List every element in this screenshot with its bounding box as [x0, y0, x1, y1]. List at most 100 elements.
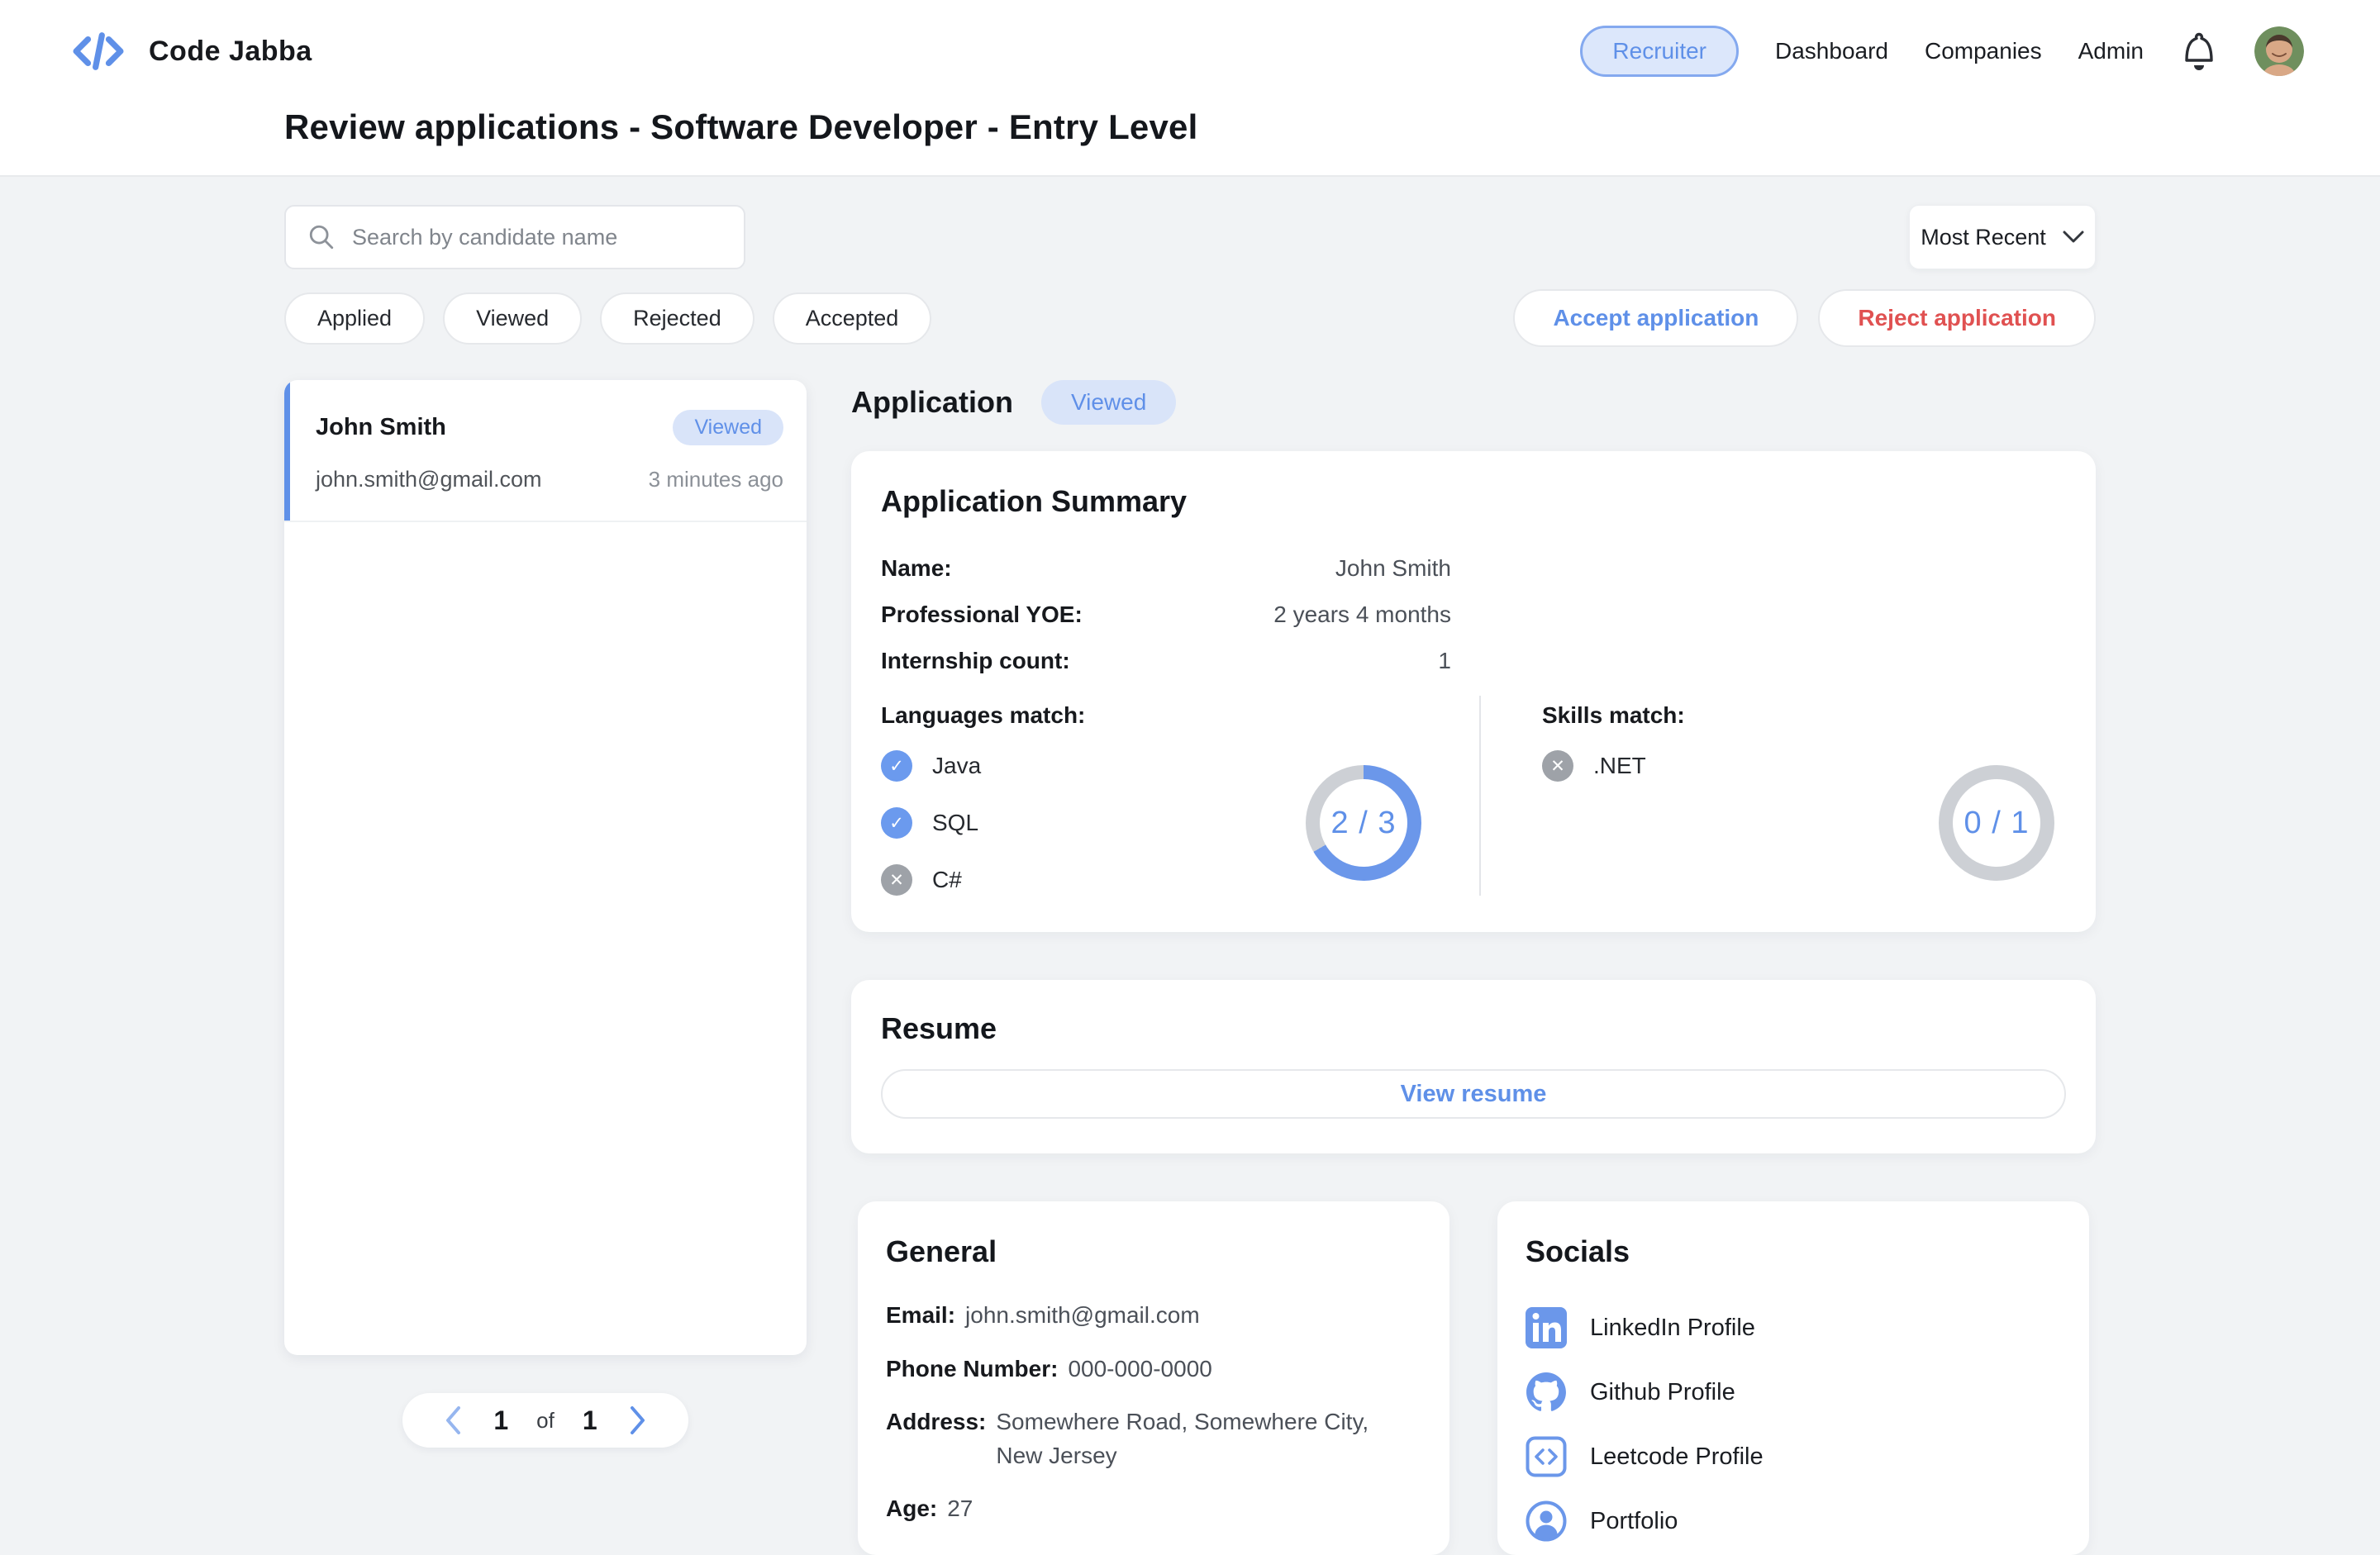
social-label: LinkedIn Profile: [1590, 1315, 1755, 1342]
summary-row-professional-yoe: Professional YOE:2 years 4 months: [881, 592, 1451, 638]
social-label: Leetcode Profile: [1590, 1443, 1764, 1471]
app-header: Code Jabba Recruiter Dashboard Companies…: [0, 0, 2380, 177]
match-item-label: Java: [932, 753, 981, 779]
application-panel: Application Viewed Application Summary N…: [851, 380, 2096, 1555]
x-icon: ✕: [881, 864, 912, 896]
match-item-java: ✓Java: [881, 750, 981, 782]
general-row-email: Email:john.smith@gmail.com: [886, 1299, 1378, 1333]
page-title: Review applications - Software Developer…: [284, 107, 2380, 147]
toolbar: Most Recent: [284, 205, 2096, 269]
chevron-down-icon: [2063, 231, 2084, 244]
languages-match-ring: 2 / 3: [1306, 765, 1421, 881]
filter-chip-accepted[interactable]: Accepted: [773, 292, 932, 345]
summary-row-name: Name:John Smith: [881, 545, 1451, 592]
prev-page-button[interactable]: [440, 1402, 465, 1438]
languages-match-score: 2 / 3: [1320, 779, 1407, 867]
bell-icon[interactable]: [2180, 29, 2218, 74]
main-row: John SmithViewedjohn.smith@gmail.com3 mi…: [284, 380, 2096, 1555]
filter-chip-rejected[interactable]: Rejected: [600, 292, 754, 345]
selected-indicator: [284, 380, 290, 521]
candidate-applied-time: 3 minutes ago: [649, 467, 783, 492]
social-label: Portfolio: [1590, 1508, 1678, 1535]
application-summary-card: Application Summary Name:John SmithProfe…: [851, 451, 2096, 932]
general-row-age: Age:27: [886, 1492, 1378, 1526]
nav-link-dashboard[interactable]: Dashboard: [1775, 38, 1888, 64]
view-resume-button[interactable]: View resume: [881, 1069, 2066, 1119]
application-heading: Application: [851, 385, 1013, 420]
skills-match-block: Skills match: ✕ .NET 0 / 1: [1479, 696, 2066, 896]
application-heading-row: Application Viewed: [851, 380, 2096, 425]
languages-match-block: Languages match: ✓Java ✓SQL ✕ C# 2 / 3: [881, 696, 1479, 896]
match-item-net: ✕ .NET: [1542, 750, 1646, 782]
pagination: 1 of 1: [402, 1393, 688, 1448]
leetcode-icon: [1526, 1436, 1567, 1477]
sort-value: Most Recent: [1921, 225, 2046, 250]
candidate-list: John SmithViewedjohn.smith@gmail.com3 mi…: [284, 380, 807, 1355]
filter-chip-applied[interactable]: Applied: [284, 292, 425, 345]
accept-application-button[interactable]: Accept application: [1513, 289, 1798, 347]
socials-title: Socials: [1526, 1234, 2061, 1269]
summary-row-internship-count: Internship count:1: [881, 638, 1451, 684]
general-title: General: [886, 1234, 1421, 1269]
role-pill-recruiter[interactable]: Recruiter: [1580, 26, 1739, 77]
candidate-list-item[interactable]: John SmithViewedjohn.smith@gmail.com3 mi…: [284, 380, 807, 522]
sort-dropdown[interactable]: Most Recent: [1909, 205, 2096, 269]
languages-match-label: Languages match:: [881, 702, 1433, 729]
candidate-status-badge: Viewed: [673, 410, 783, 445]
github-icon: [1526, 1372, 1567, 1413]
social-link-leetcode-profile[interactable]: Leetcode Profile: [1526, 1424, 2061, 1489]
current-page: 1: [493, 1405, 508, 1436]
linkedin-icon: [1526, 1307, 1567, 1348]
nav-link-admin[interactable]: Admin: [2078, 38, 2144, 64]
filter-chip-viewed[interactable]: Viewed: [443, 292, 582, 345]
filter-chips: Applied Viewed Rejected Accepted: [284, 292, 931, 345]
user-avatar[interactable]: [2254, 26, 2304, 76]
summary-title: Application Summary: [881, 484, 2066, 519]
candidate-name: John Smith: [316, 414, 446, 441]
match-item-sql: ✓SQL: [881, 807, 981, 839]
resume-card: Resume View resume: [851, 980, 2096, 1153]
filters-actions-row: Applied Viewed Rejected Accepted Accept app…: [284, 289, 2096, 347]
match-item-label: .NET: [1593, 753, 1646, 779]
summary-rows: Name:John SmithProfessional YOE:2 years …: [881, 545, 1451, 684]
general-card: General Email:john.smith@gmail.com Phone …: [858, 1201, 1449, 1555]
skills-match-score: 0 / 1: [1953, 779, 2040, 867]
search-input[interactable]: [352, 225, 722, 250]
reject-application-button[interactable]: Reject application: [1818, 289, 2096, 347]
total-pages: 1: [583, 1405, 597, 1436]
general-row-address: Address:Somewhere Road, Somewhere City, …: [886, 1405, 1378, 1472]
languages-match-items: ✓Java ✓SQL ✕ C#: [881, 750, 981, 896]
search-box: [284, 205, 745, 269]
search-icon: [307, 223, 336, 251]
skills-match-ring: 0 / 1: [1939, 765, 2054, 881]
title-row: Review applications - Software Developer…: [0, 102, 2380, 175]
code-brackets-icon: [71, 31, 126, 72]
resume-title: Resume: [881, 1011, 2066, 1046]
match-item-label: C#: [932, 867, 962, 893]
brand: Code Jabba: [71, 31, 312, 72]
skills-match-label: Skills match:: [1542, 702, 2066, 729]
next-page-button[interactable]: [626, 1402, 650, 1438]
match-item-c: ✕ C#: [881, 864, 981, 896]
match-item-label: SQL: [932, 810, 978, 836]
x-icon: ✕: [1542, 750, 1573, 782]
nav-bar: Code Jabba Recruiter Dashboard Companies…: [0, 0, 2380, 102]
general-row-phone-number: Phone Number:000-000-0000: [886, 1353, 1378, 1386]
social-link-github-profile[interactable]: Github Profile: [1526, 1360, 2061, 1424]
nav-link-companies[interactable]: Companies: [1925, 38, 2042, 64]
social-rows: LinkedIn Profile Github Profile Leetcode P…: [1526, 1296, 2061, 1553]
general-rows: Email:john.smith@gmail.com Phone Number:0…: [886, 1299, 1378, 1526]
match-area: Languages match: ✓Java ✓SQL ✕ C# 2 / 3 Skil…: [881, 696, 2066, 896]
page-of-label: of: [536, 1408, 555, 1434]
content: Most Recent Applied Viewed Rejected Accepte…: [0, 177, 2380, 1555]
bottom-row: General Email:john.smith@gmail.com Phone …: [851, 1201, 2096, 1555]
social-link-linkedin-profile[interactable]: LinkedIn Profile: [1526, 1296, 2061, 1360]
nav-right: Recruiter Dashboard Companies Admin: [1580, 26, 2304, 77]
application-actions: Accept application Reject application: [1513, 289, 2096, 347]
candidate-list-panel: John SmithViewedjohn.smith@gmail.com3 mi…: [284, 380, 807, 1448]
skills-match-items: ✕ .NET: [1542, 750, 1646, 896]
application-status-badge: Viewed: [1041, 380, 1176, 425]
social-label: Github Profile: [1590, 1379, 1735, 1406]
socials-card: Socials LinkedIn Profile Github Profile Le…: [1497, 1201, 2089, 1555]
social-link-portfolio[interactable]: Portfolio: [1526, 1489, 2061, 1553]
